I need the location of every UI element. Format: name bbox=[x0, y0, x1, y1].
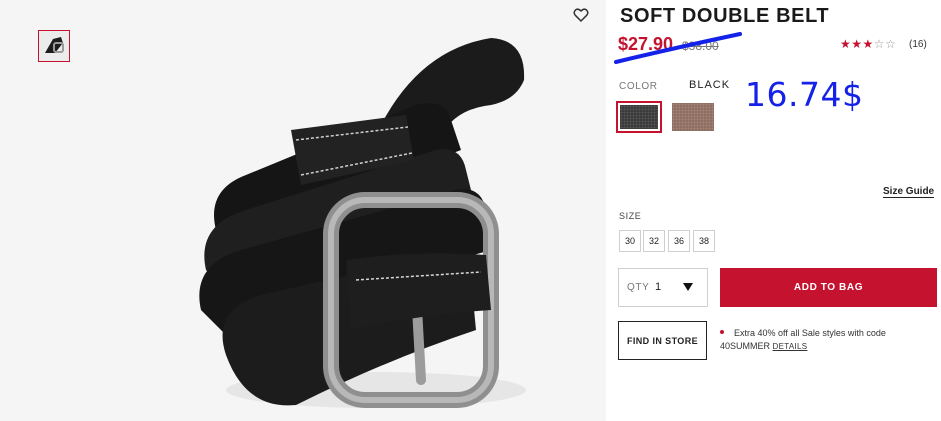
star-filled-icon: ★ bbox=[862, 37, 874, 51]
promo-line-2: 40SUMMER DETAILS bbox=[720, 340, 935, 353]
thumbnail-belt[interactable] bbox=[38, 30, 70, 62]
quantity-value: 1 bbox=[655, 281, 662, 293]
size-guide-link[interactable]: Size Guide bbox=[883, 186, 935, 198]
star-filled-icon: ★ bbox=[840, 37, 852, 51]
star-empty-icon: ☆ bbox=[885, 37, 897, 51]
color-label: COLOR bbox=[619, 81, 658, 92]
promo-message: Extra 40% off all Sale styles with code … bbox=[720, 327, 935, 353]
original-price: $38.00 bbox=[682, 39, 719, 53]
quantity-select[interactable]: QTY 1 bbox=[618, 268, 708, 307]
sale-price: $27.90 bbox=[618, 34, 674, 54]
promo-details-link[interactable]: DETAILS bbox=[773, 342, 808, 351]
product-title: SOFT DOUBLE BELT bbox=[620, 5, 830, 27]
add-to-bag-button[interactable]: ADD TO BAG bbox=[720, 268, 937, 307]
handwritten-price-note: 16.74$ bbox=[745, 75, 864, 114]
size-option-36[interactable]: 36 bbox=[668, 230, 690, 252]
swatch-black[interactable] bbox=[616, 101, 662, 133]
star-filled-icon: ★ bbox=[851, 37, 863, 51]
belt-product-image bbox=[199, 38, 526, 408]
swatch-black-fill bbox=[620, 105, 658, 129]
rating-stars[interactable]: ★★★☆☆ bbox=[840, 37, 896, 51]
size-option-38[interactable]: 38 bbox=[693, 230, 715, 252]
thumbnail-image bbox=[39, 31, 69, 61]
wishlist-heart-icon[interactable] bbox=[573, 7, 589, 23]
size-option-30[interactable]: 30 bbox=[619, 230, 641, 252]
promo-line-1: Extra 40% off all Sale styles with code bbox=[734, 328, 886, 338]
promo-code: 40SUMMER bbox=[720, 341, 771, 351]
quantity-label: QTY bbox=[627, 282, 650, 293]
find-in-store-button[interactable]: FIND IN STORE bbox=[618, 321, 707, 360]
swatch-brown[interactable] bbox=[670, 101, 716, 133]
size-option-32[interactable]: 32 bbox=[643, 230, 665, 252]
selected-color: BLACK bbox=[689, 79, 731, 91]
product-gallery bbox=[0, 0, 606, 421]
star-empty-icon: ☆ bbox=[873, 37, 886, 51]
review-count[interactable]: (16) bbox=[909, 39, 927, 50]
caret-down-icon bbox=[683, 283, 693, 291]
swatch-brown-fill bbox=[672, 103, 714, 131]
size-label: SIZE bbox=[619, 211, 642, 221]
